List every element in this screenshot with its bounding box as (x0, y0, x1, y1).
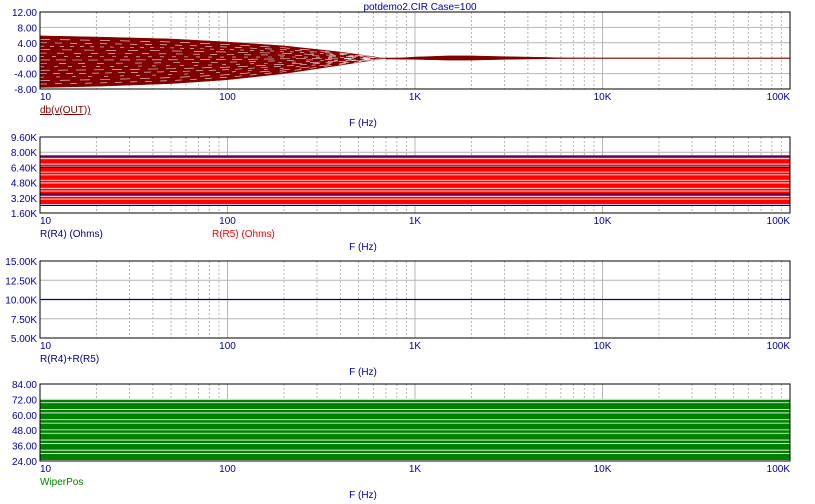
chart-title: potdemo2.CIR Case=100 (363, 2, 477, 13)
y-tick-label: 12.50K (5, 276, 37, 287)
legend-item: R(R4)+R(R5) (40, 354, 99, 365)
panel-wiper: 24.00 36.00 48.00 60.00 72.00 84.00 10 100 1K 10K… (12, 380, 791, 501)
x-axis-label: F (Hz) (349, 367, 377, 378)
x-tick-label: 10K (594, 464, 612, 475)
x-tick-label: 10K (594, 341, 612, 352)
y-tick-label: 10.00K (5, 296, 37, 307)
x-tick-label: 1K (409, 92, 422, 103)
legend-item: db(v(OUT)) (40, 105, 91, 116)
x-tick-label: 10 (40, 341, 52, 352)
x-axis-label: F (Hz) (349, 490, 377, 501)
x-axis-label: F (Hz) (349, 118, 377, 129)
panel-sum: 5.00K 7.50K 10.00K 12.50K 15.00K 10 100 1K 10K 10… (5, 257, 791, 378)
y-tick-label: 5.00K (11, 334, 37, 345)
x-tick-label: 100 (219, 216, 236, 227)
x-tick-label: 1K (409, 216, 422, 227)
y-tick-label: 9.60K (11, 133, 37, 144)
y-tick-label: 8.00 (18, 23, 38, 34)
x-tick-label: 100K (767, 216, 791, 227)
y-tick-label: 4.00 (18, 39, 38, 50)
y-tick-label: 7.50K (11, 315, 37, 326)
x-tick-label: 10K (594, 92, 612, 103)
y-tick-label: 84.00 (12, 380, 37, 391)
y-tick-label: 24.00 (12, 457, 37, 468)
x-axis-label: F (Hz) (349, 242, 377, 253)
x-tick-label: 1K (409, 464, 422, 475)
y-tick-label: 48.00 (12, 426, 37, 437)
chart-canvas: potdemo2.CIR Case=100 -8.00 -4.00 0.00 4.00… (5, 2, 791, 501)
x-tick-label: 100K (767, 464, 791, 475)
x-tick-label: 100 (219, 92, 236, 103)
x-tick-label: 100K (767, 92, 791, 103)
panel-out: -8.00 -4.00 0.00 4.00 8.00 12.00 10 100 1K 10K 100… (12, 8, 791, 129)
y-tick-label: 1.60K (11, 209, 37, 220)
legend-item: R(R4) (Ohms) (40, 229, 103, 240)
panel-resist: 1.60K 3.20K 4.80K 6.40K 8.00K 9.60K 10 100 1K 10K… (11, 133, 791, 253)
y-tick-label: -8.00 (14, 85, 37, 96)
y-tick-label: 6.40K (11, 163, 37, 174)
y-tick-label: 8.00K (11, 148, 37, 159)
x-tick-label: 100K (767, 341, 791, 352)
x-tick-label: 10K (594, 216, 612, 227)
y-tick-label: -4.00 (14, 70, 37, 81)
x-tick-label: 10 (40, 92, 52, 103)
x-tick-label: 100 (219, 341, 236, 352)
y-tick-label: 3.20K (11, 194, 37, 205)
y-tick-label: 72.00 (12, 395, 37, 406)
y-tick-label: 60.00 (12, 411, 37, 422)
x-tick-label: 100 (219, 464, 236, 475)
y-tick-label: 0.00 (18, 54, 38, 65)
y-tick-label: 36.00 (12, 442, 37, 453)
x-tick-label: 1K (409, 341, 422, 352)
x-tick-label: 10 (40, 464, 52, 475)
y-tick-label: 12.00 (12, 8, 37, 19)
legend-item: WiperPos (40, 477, 83, 488)
y-tick-label: 4.80K (11, 179, 37, 190)
y-tick-label: 15.00K (5, 257, 37, 268)
legend-item: R(R5) (Ohms) (212, 229, 275, 240)
x-tick-label: 10 (40, 216, 52, 227)
